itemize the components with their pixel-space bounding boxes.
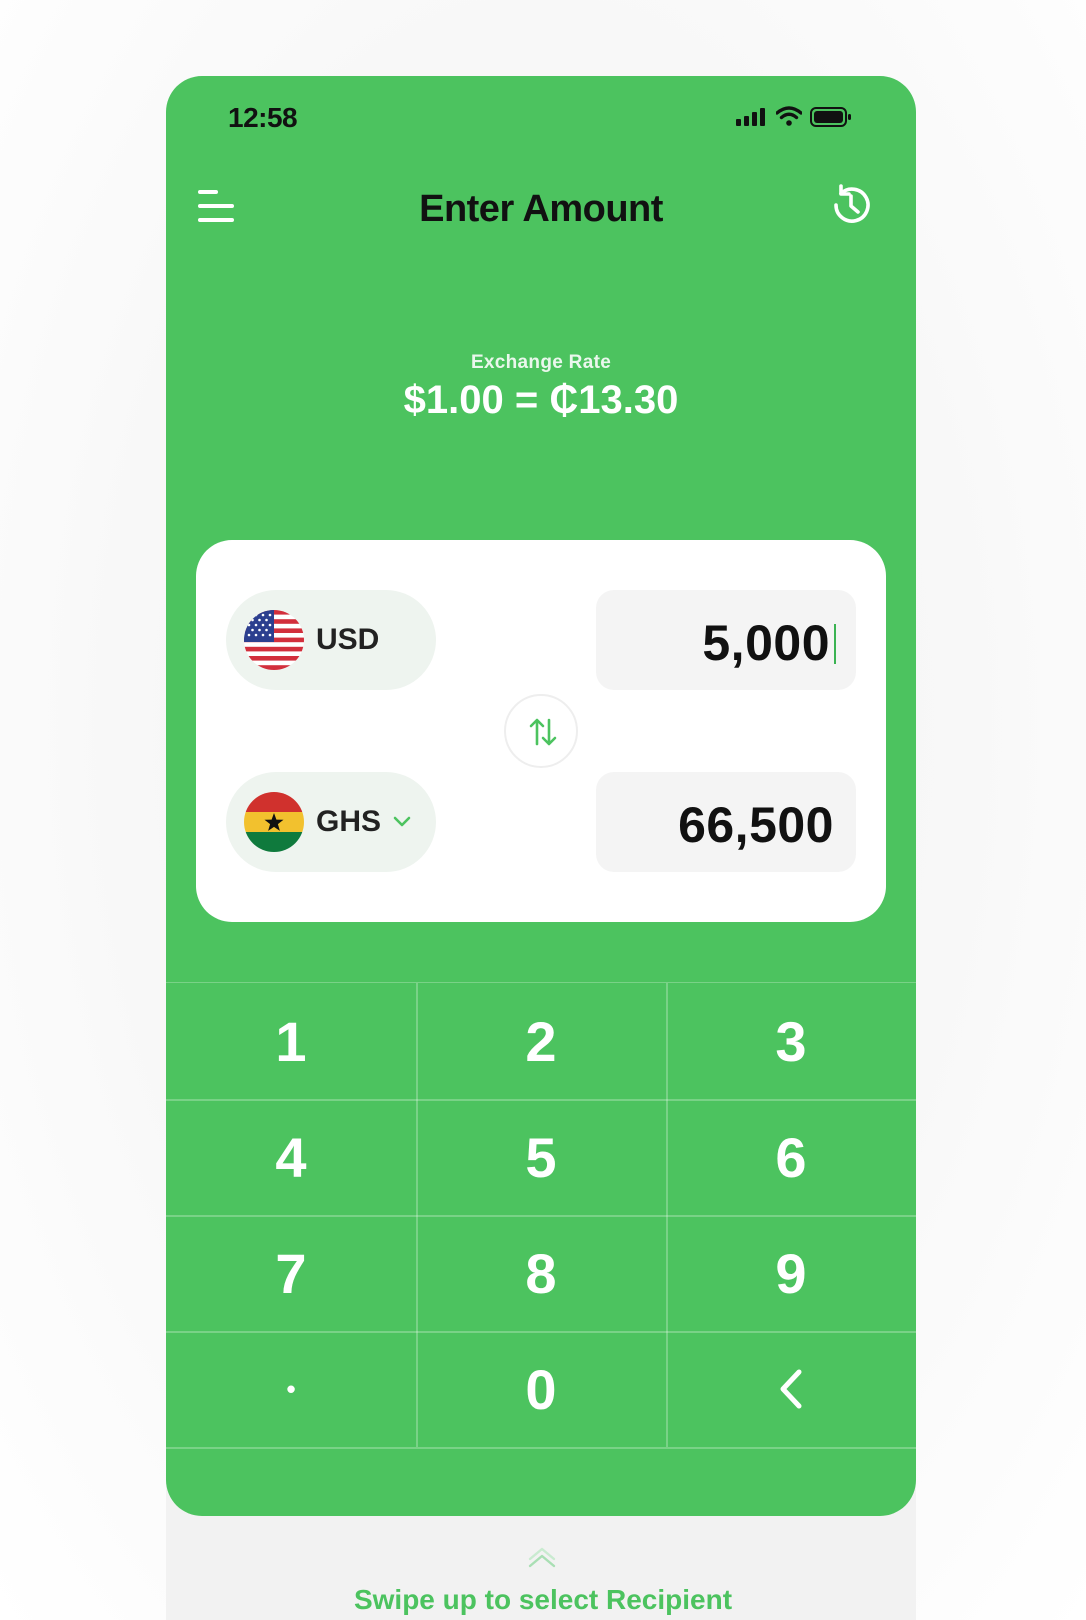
key-4[interactable]: 4 bbox=[166, 1099, 416, 1215]
swipe-up-hint[interactable]: Swipe up to select Recipient bbox=[0, 1584, 1086, 1616]
exchange-rate-value: $1.00 = ₵13.30 bbox=[403, 378, 679, 422]
key-7[interactable]: 7 bbox=[166, 1215, 416, 1331]
to-currency-selector[interactable]: GHS bbox=[226, 772, 436, 872]
chevron-down-icon bbox=[393, 816, 411, 827]
key-1[interactable]: 1 bbox=[166, 983, 416, 1099]
exchange-rate-label: Exchange Rate bbox=[470, 352, 612, 373]
key-9[interactable]: 9 bbox=[666, 1215, 916, 1331]
key-3[interactable]: 3 bbox=[666, 983, 916, 1099]
to-currency-code: GHS bbox=[316, 805, 382, 838]
key-5[interactable]: 5 bbox=[416, 1099, 666, 1215]
backspace-icon bbox=[780, 1369, 802, 1409]
wifi-icon bbox=[776, 106, 802, 126]
key-8[interactable]: 8 bbox=[416, 1215, 666, 1331]
key-0[interactable]: 0 bbox=[416, 1331, 666, 1447]
key-6[interactable]: 6 bbox=[666, 1099, 916, 1215]
text-cursor bbox=[834, 624, 836, 664]
battery-icon bbox=[810, 107, 851, 127]
swap-icon bbox=[529, 718, 557, 746]
numeric-keypad: 1 2 3 4 5 6 7 8 9 • 0 bbox=[166, 982, 916, 1449]
key-backspace[interactable] bbox=[666, 1331, 916, 1447]
from-amount-value: 5,000 bbox=[702, 615, 830, 671]
converter-card: USD 5,000 GHS 66,500 bbox=[196, 540, 886, 922]
from-amount-input[interactable]: 5,000 bbox=[596, 590, 856, 690]
key-decimal[interactable]: • bbox=[166, 1331, 416, 1447]
status-icons bbox=[736, 106, 856, 128]
to-amount-value: 66,500 bbox=[678, 797, 834, 853]
signal-icon bbox=[736, 108, 765, 126]
app-screen: 12:58 Enter Amount Exchange Rate $1.00 =… bbox=[166, 76, 916, 1516]
status-time: 12:58 bbox=[228, 102, 298, 133]
to-amount-input[interactable]: 66,500 bbox=[596, 772, 856, 872]
swap-currencies-button[interactable] bbox=[504, 694, 578, 768]
chevron-up-icon bbox=[528, 1547, 556, 1568]
from-currency-code: USD bbox=[316, 623, 380, 656]
keypad-divider bbox=[166, 1447, 916, 1449]
us-flag-icon bbox=[244, 610, 304, 670]
page-title: Enter Amount bbox=[419, 188, 663, 230]
key-2[interactable]: 2 bbox=[416, 983, 666, 1099]
from-currency-selector[interactable]: USD bbox=[226, 590, 436, 690]
history-icon[interactable] bbox=[828, 182, 874, 228]
ghana-flag-icon bbox=[244, 792, 304, 852]
